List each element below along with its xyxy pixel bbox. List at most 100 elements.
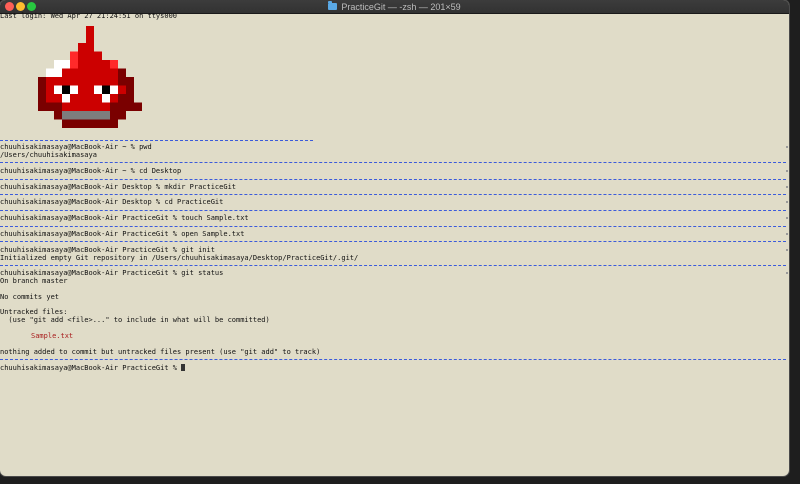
output-line: /Users/chuuhisakimasaya [0,151,97,159]
sprite-pixel [46,102,54,111]
separator [0,241,786,242]
git-status-no-commits: No commits yet [0,293,60,301]
sprite-pixel [110,102,118,111]
mark-indicator [786,186,788,188]
separator [0,140,313,141]
output-line: On branch master [0,277,68,285]
sprite-pixel [54,110,62,120]
sprite-pixel [78,42,86,52]
sprite-pixel [38,85,46,94]
sprite-pixel [62,59,70,69]
sprite-pixel [94,119,102,128]
sprite-pixel [46,68,54,77]
sprite-pixel [86,42,94,52]
mark-indicator [786,233,788,235]
sprite-pixel [126,76,134,86]
sprite-pixel [86,68,94,77]
sprite-pixel [62,102,70,111]
separator [0,179,786,180]
sprite-pixel [110,119,118,128]
sprite-pixel [70,51,78,60]
sprite-pixel [134,102,142,111]
current-prompt-line[interactable]: chuuhisakimasaya@MacBook-Air PracticeGit… [0,364,186,373]
sprite-pixel [62,68,70,77]
prompt-line: chuuhisakimasaya@MacBook-Air ~ % cd Desk… [0,167,182,175]
sprite-pixel [110,68,118,77]
mark-indicator [786,201,788,203]
sprite-pixel [102,85,110,94]
separator [0,226,786,227]
sprite-pixel [78,76,86,86]
sprite-pixel [78,59,86,69]
mark-indicator [786,217,788,219]
sprite-pixel [86,110,94,120]
sprite-pixel [86,102,94,111]
sprite-pixel [54,76,62,86]
sprite-pixel [70,102,78,111]
sprite-pixel [110,93,118,103]
sprite-pixel [94,59,102,69]
sprite-pixel [118,85,126,94]
sprite-pixel [78,93,86,103]
sprite-pixel [110,76,118,86]
prompt-line: chuuhisakimasaya@MacBook-Air Desktop % m… [0,183,237,191]
sprite-pixel [110,85,118,94]
sprite-pixel [86,51,94,60]
sprite-pixel [70,76,78,86]
sprite-pixel [54,93,62,103]
mark-indicator [786,272,788,274]
git-status-summary: nothing added to commit but untracked fi… [0,348,321,356]
sprite-pixel [62,110,70,120]
sprite-pixel [78,102,86,111]
sprite-pixel [86,85,94,94]
sprite-pixel [46,85,54,94]
output-line: Initialized empty Git repository in /Use… [0,254,359,262]
window-edge [790,0,800,484]
terminal-window: PracticeGit — -zsh — 201×59 Last login: … [0,0,789,476]
sprite-pixel [62,93,70,103]
separator [0,210,786,211]
sprite-pixel [54,59,62,69]
sprite-pixel [86,26,94,35]
current-prompt: chuuhisakimasaya@MacBook-Air PracticeGit… [0,364,182,372]
sprite-pixel [102,102,110,111]
sprite-pixel [70,110,78,120]
sprite-pixel [118,68,126,77]
sprite-pixel [70,85,78,94]
sprite-pixel [62,85,70,94]
sprite-pixel [94,93,102,103]
git-status-untracked-hint: (use "git add <file>..." to include in w… [0,316,270,324]
sprite-pixel [70,68,78,77]
mark-indicator [786,249,788,251]
sprite-pixel [94,68,102,77]
sprite-pixel [94,110,102,120]
sprite-pixel [102,68,110,77]
sprite-pixel [78,51,86,60]
terminal-content[interactable]: Last login: Wed Apr 27 21:24:51 on ttys0… [0,12,789,476]
sprite-pixel [70,59,78,69]
separator [0,162,786,163]
sprite-pixel [118,93,126,103]
separator [0,194,786,195]
sprite-pixel [126,93,134,103]
sprite-pixel [78,68,86,77]
sprite-pixel [126,85,134,94]
sprite-pixel [86,76,94,86]
separator [0,359,786,360]
sprite-pixel [62,119,70,128]
separator [0,265,786,266]
mark-indicator [786,146,788,148]
prompt-line: chuuhisakimasaya@MacBook-Air PracticeGit… [0,230,245,238]
folder-icon [328,1,338,10]
sprite-pixel [102,119,110,128]
sprite-pixel [46,93,54,103]
sprite-pixel [118,102,126,111]
untracked-file-name: Sample.txt [31,332,74,340]
sprite-pixel [78,110,86,120]
sprite-pixel [54,102,62,111]
mark-indicator [786,170,788,172]
sprite-pixel [94,76,102,86]
text-cursor [181,364,186,371]
sprite-pixel [78,85,86,94]
sprite-pixel [118,76,126,86]
